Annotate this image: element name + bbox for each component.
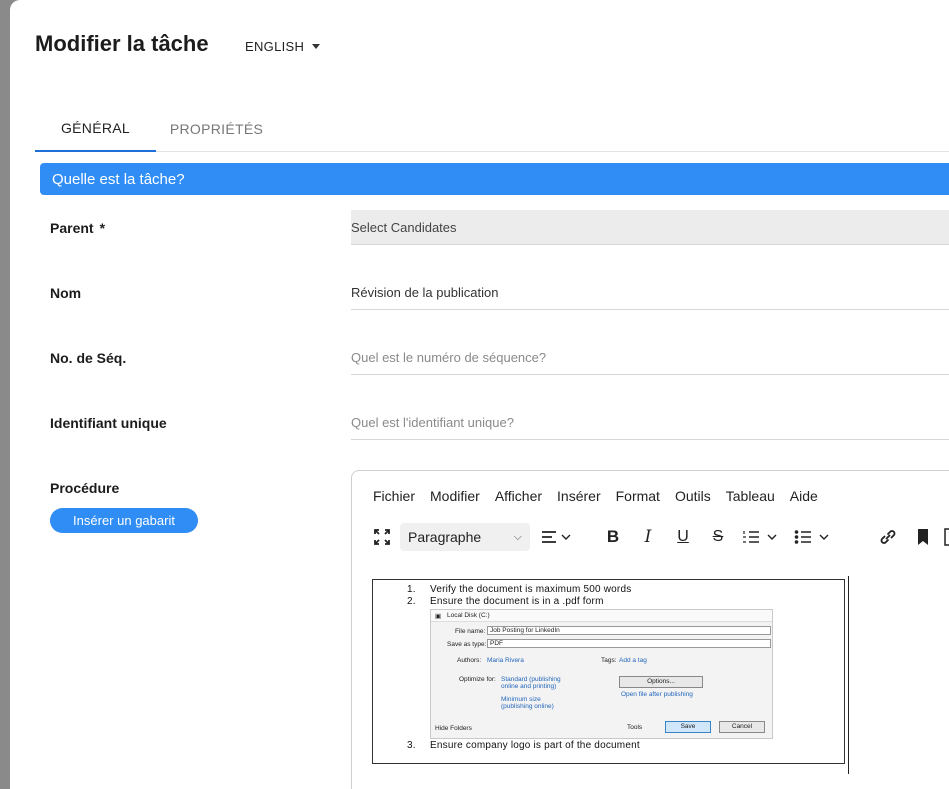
dialog-location-bar: ▣ Local Disk (C:) [431, 610, 772, 622]
text-cursor [848, 576, 849, 774]
nom-label: Nom [50, 285, 82, 301]
embedded-save-dialog-image: ▣ Local Disk (C:) File name: Job Posting… [430, 609, 773, 739]
section-header: Quelle est la tâche? [40, 163, 949, 195]
menu-table[interactable]: Tableau [726, 488, 775, 504]
list-number: 2. [407, 596, 416, 607]
align-left-icon[interactable] [536, 523, 576, 551]
nom-value: Révision de la publication [351, 285, 499, 300]
parent-label-text: Parent [50, 220, 94, 236]
required-mark: * [99, 220, 106, 236]
italic-icon[interactable]: I [637, 523, 659, 551]
dialog-savetype: PDF [487, 639, 771, 648]
menu-edit[interactable]: Modifier [430, 488, 480, 504]
seq-placeholder: Quel est le numéro de séquence? [351, 350, 547, 365]
task-edit-panel: Modifier la tâche ENGLISH GÉNÉRAL PROPRI… [10, 0, 949, 789]
link-icon[interactable] [876, 523, 900, 551]
dialog-label: File name: [455, 628, 486, 635]
menu-view[interactable]: Afficher [495, 488, 542, 504]
dialog-label: Authors: [457, 657, 482, 664]
block-format-select[interactable]: Paragraphe ⌵ [400, 523, 530, 551]
list-text: Ensure company logo is part of the docum… [430, 740, 640, 751]
dialog-authors: Maria Rivera [487, 657, 524, 664]
dialog-option: Minimum size (publishing online) [501, 696, 554, 710]
dialog-save-button: Save [665, 721, 711, 733]
bookmark-icon[interactable] [914, 523, 932, 551]
seq-label: No. de Séq. [50, 350, 127, 366]
menu-file[interactable]: Fichier [373, 488, 415, 504]
language-selector[interactable]: ENGLISH [245, 39, 321, 54]
dialog-label: Save as type: [447, 641, 487, 648]
strikethrough-icon[interactable]: S [707, 523, 729, 551]
menu-format[interactable]: Format [616, 488, 660, 504]
seq-input[interactable]: Quel est le numéro de séquence? [351, 341, 949, 375]
tab-properties[interactable]: PROPRIÉTÉS [156, 106, 277, 152]
dialog-options-button: Options... [619, 676, 703, 688]
caret-down-icon [312, 44, 321, 49]
dialog-hide-folders: Hide Folders [435, 725, 472, 732]
parent-select[interactable]: Select Candidates [351, 210, 949, 245]
uid-input[interactable]: Quel est l'identifiant unique? [351, 406, 949, 440]
uid-placeholder: Quel est l'identifiant unique? [351, 415, 514, 430]
tab-general[interactable]: GÉNÉRAL [35, 106, 156, 152]
list-text: Verify the document is maximum 500 words [430, 584, 632, 595]
menu-help[interactable]: Aide [790, 488, 818, 504]
bullet-list-icon[interactable] [792, 523, 836, 551]
menu-insert[interactable]: Insérer [557, 488, 601, 504]
list-number: 3. [407, 740, 416, 751]
parent-label: Parent * [50, 220, 105, 236]
uid-label: Identifiant unique [50, 415, 167, 431]
list-text: Ensure the document is in a .pdf form [430, 596, 604, 607]
editor-menubar: Fichier Modifier Afficher Insérer Format… [373, 488, 833, 504]
dialog-option: Standard (publishing online and printing… [501, 676, 561, 690]
block-format-value: Paragraphe [408, 529, 482, 545]
list-number: 1. [407, 584, 416, 595]
editor-toolbar: Paragraphe ⌵ B I U S [372, 523, 949, 551]
dialog-label: Optimize for: [459, 676, 496, 683]
tab-bar: GÉNÉRAL PROPRIÉTÉS [35, 106, 949, 152]
page-title: Modifier la tâche [35, 31, 209, 56]
dialog-tags: Add a tag [619, 657, 647, 664]
chevron-down-icon: ⌵ [513, 530, 522, 543]
numbered-list-icon[interactable] [740, 523, 784, 551]
dialog-location: Local Disk (C:) [447, 612, 490, 619]
dialog-cancel-button: Cancel [719, 721, 765, 733]
dialog-checkbox-label: Open file after publishing [621, 691, 693, 698]
parent-select-value: Select Candidates [351, 219, 457, 235]
language-label: ENGLISH [245, 39, 305, 54]
insert-template-button[interactable]: Insérer un gabarit [50, 508, 198, 533]
section-title: Quelle est la tâche? [52, 170, 185, 188]
more-tools-icon[interactable] [942, 523, 949, 551]
fullscreen-icon[interactable] [372, 523, 392, 551]
nom-input[interactable]: Révision de la publication [351, 276, 949, 310]
menu-tools[interactable]: Outils [675, 488, 711, 504]
dialog-filename: Job Posting for LinkedIn [487, 626, 771, 635]
procedure-label: Procédure [50, 480, 120, 496]
rich-text-editor[interactable]: Fichier Modifier Afficher Insérer Format… [351, 470, 949, 789]
editor-content[interactable]: 1. Verify the document is maximum 500 wo… [372, 579, 845, 764]
bold-icon[interactable]: B [602, 523, 624, 551]
dialog-tools: Tools [627, 724, 643, 731]
dialog-label: Tags: [601, 657, 617, 664]
folder-icon: ▣ [435, 613, 442, 620]
underline-icon[interactable]: U [672, 523, 694, 551]
